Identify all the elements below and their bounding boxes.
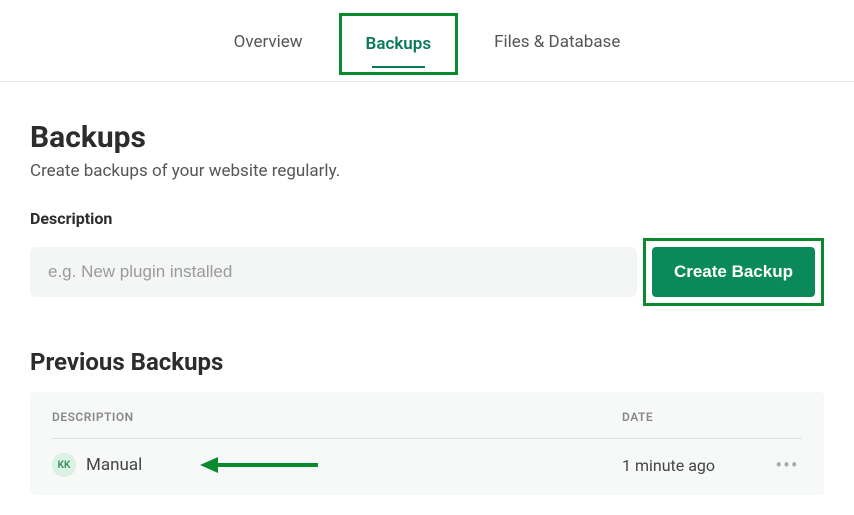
table-header: DESCRIPTION DATE xyxy=(52,410,802,439)
avatar: KK xyxy=(52,453,76,477)
previous-backups-heading: Previous Backups xyxy=(30,348,824,376)
row-actions-menu[interactable]: ••• xyxy=(772,453,802,477)
col-header-actions xyxy=(772,410,802,424)
annotation-highlight-tab: Backups xyxy=(339,13,459,75)
more-icon: ••• xyxy=(775,453,798,477)
row-description-cell: KK Manual xyxy=(52,453,622,477)
col-header-date: DATE xyxy=(622,410,772,424)
tabs-nav: Overview Backups Files & Database xyxy=(0,0,854,82)
tab-files-database[interactable]: Files & Database xyxy=(494,28,620,56)
page-subtitle: Create backups of your website regularly… xyxy=(30,161,824,181)
row-date-cell: 1 minute ago xyxy=(622,456,772,475)
description-input[interactable] xyxy=(30,247,637,297)
table-row[interactable]: KK Manual 1 minute ago ••• xyxy=(52,439,802,477)
page-title: Backups xyxy=(30,120,824,155)
col-header-description: DESCRIPTION xyxy=(52,410,622,424)
tab-overview[interactable]: Overview xyxy=(234,28,303,56)
description-label: Description xyxy=(30,209,824,228)
tab-backups[interactable]: Backups xyxy=(366,30,432,58)
previous-backups-table: DESCRIPTION DATE KK Manual 1 minute ago … xyxy=(30,392,824,495)
create-backup-row: Create Backup xyxy=(30,238,824,306)
create-backup-button[interactable]: Create Backup xyxy=(652,247,815,297)
row-description-text: Manual xyxy=(86,455,142,475)
main-content: Backups Create backups of your website r… xyxy=(0,82,854,495)
annotation-arrow-icon xyxy=(200,455,320,475)
annotation-highlight-button: Create Backup xyxy=(643,238,824,306)
